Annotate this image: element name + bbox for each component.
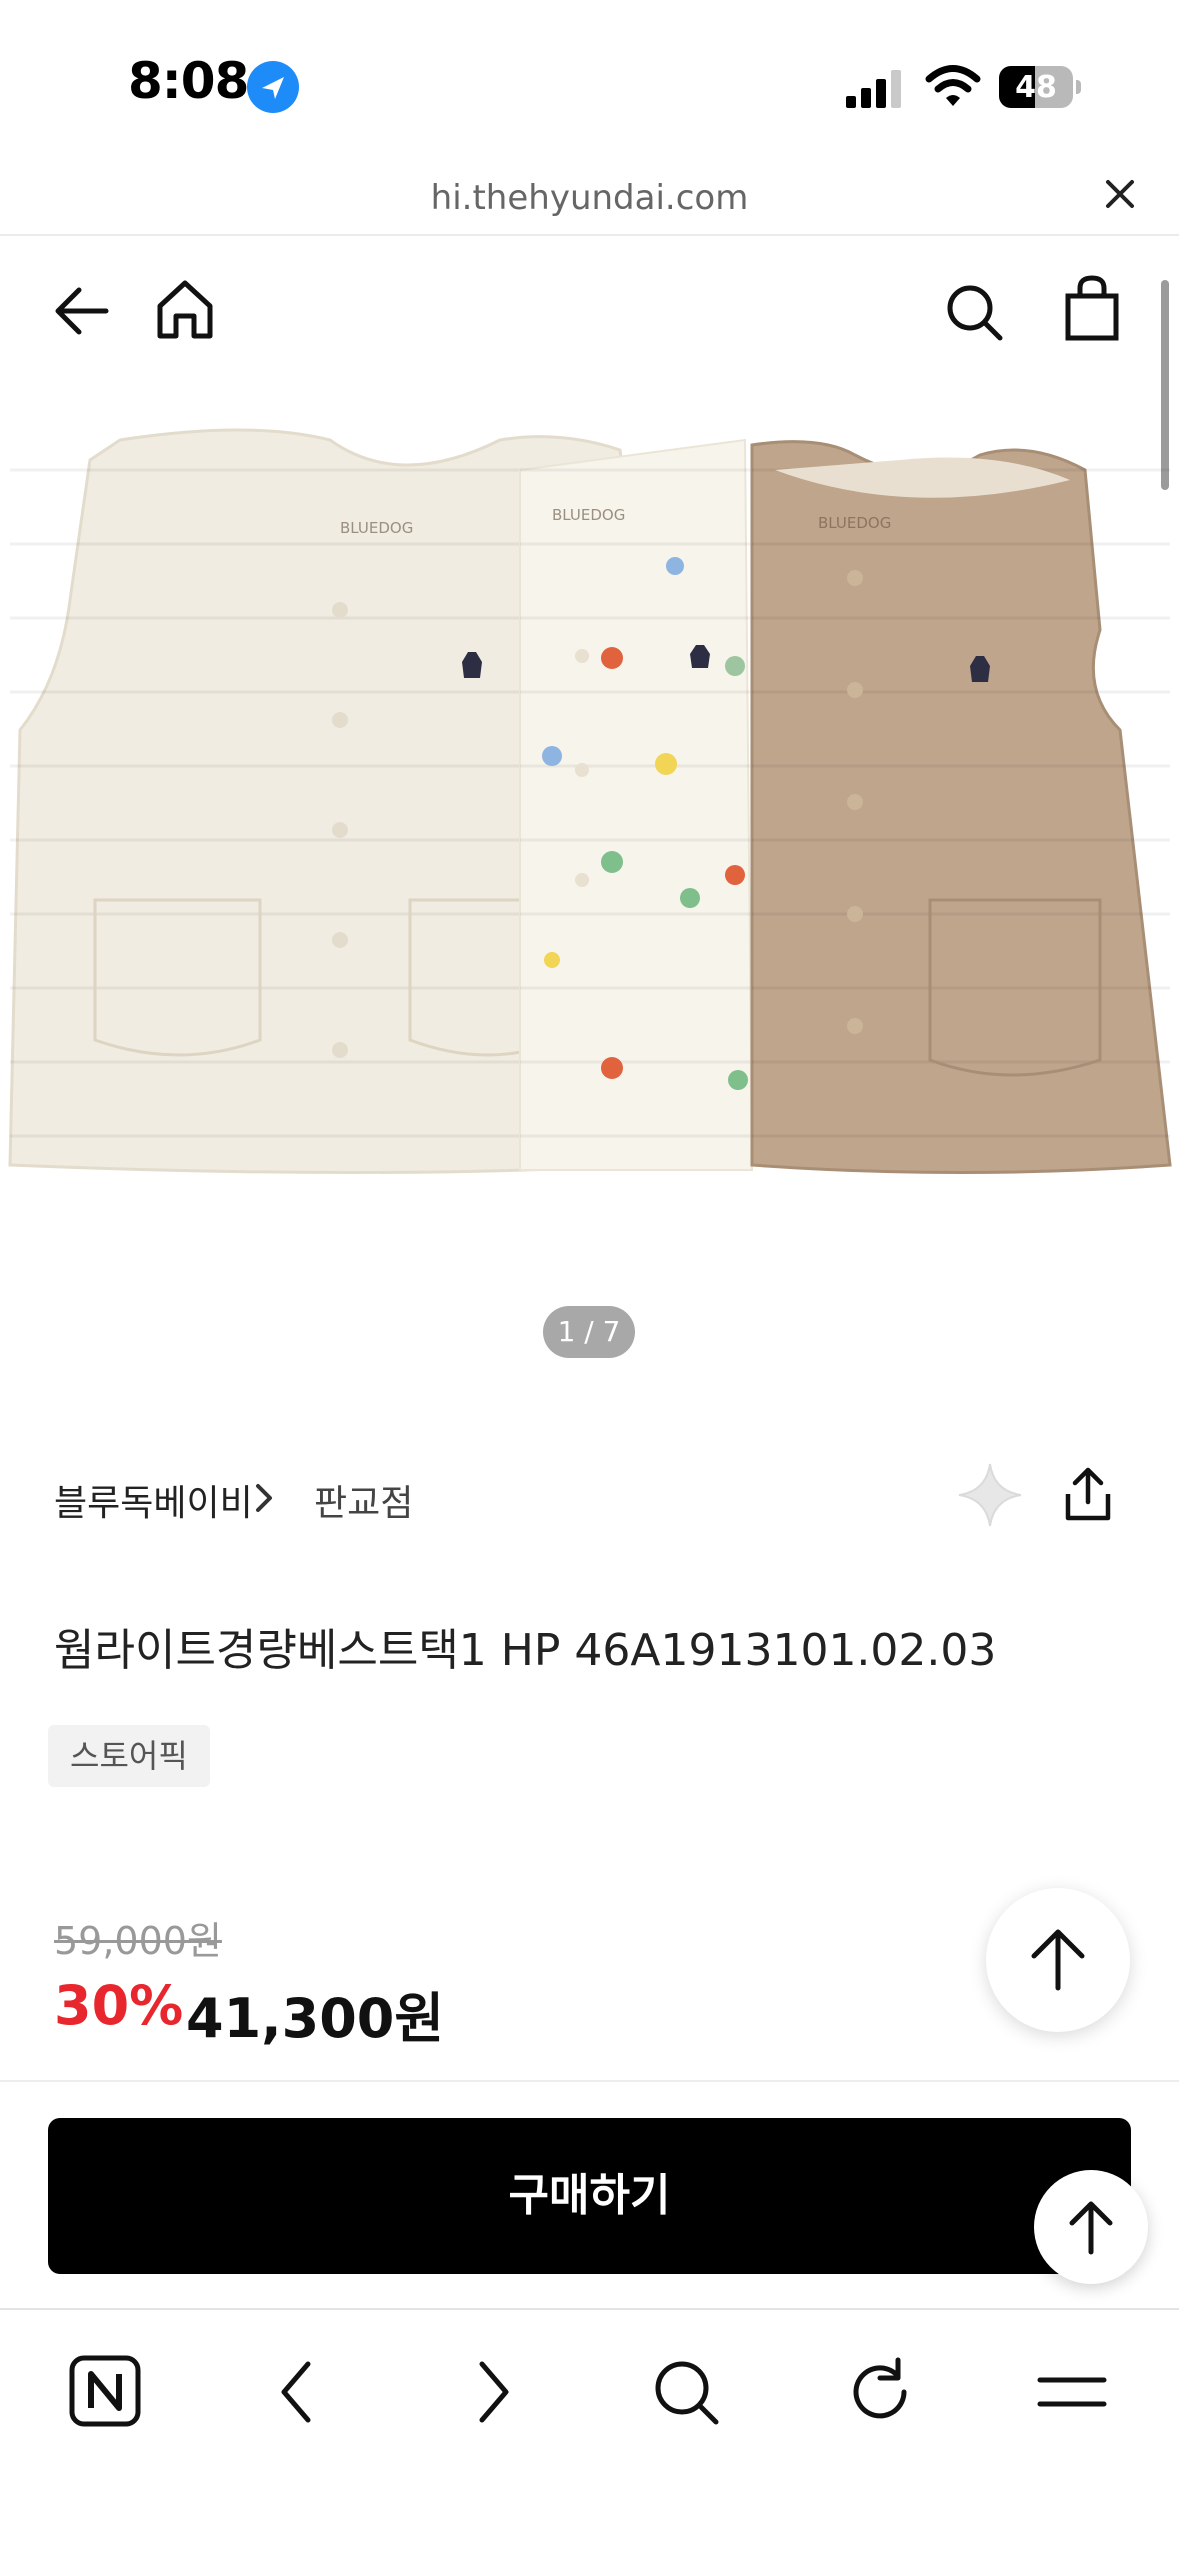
discount-rate: 30% [54,1974,184,2037]
arrow-up-icon [1069,2201,1113,2255]
vest-logo-text-2: BLUEDOG [552,506,625,524]
menu-icon[interactable] [1032,2352,1112,2432]
brand-link[interactable]: 블루독베이비 [54,1474,253,1526]
battery-icon: 48 [999,66,1081,108]
battery-level-text: 48 [1015,70,1057,105]
sale-price: 41,300원 [186,1987,445,2050]
back-chevron-icon[interactable] [258,2352,338,2432]
share-icon[interactable] [1062,1466,1114,1522]
search-icon[interactable] [940,278,1010,348]
location-arrow-icon [247,61,299,113]
divider [0,2080,1179,2082]
naver-n-icon[interactable] [66,2352,146,2432]
sparkle-icon[interactable] [955,1460,1025,1530]
vest-beige: BLUEDOG [750,440,1172,1174]
scroll-to-top-floating-button[interactable] [1034,2170,1148,2284]
site-header [0,238,1179,388]
vest-logo-text-3: BLUEDOG [818,514,891,532]
cellular-signal-icon [846,68,904,108]
original-price: 59,000원 [54,1919,222,1963]
browser-toolbar [0,2308,1179,2556]
back-arrow-icon[interactable] [46,276,116,346]
scroll-to-top-button[interactable] [986,1888,1130,2032]
browser-url-bar[interactable]: hi.thehyundai.com [0,150,1179,236]
vest-logo-text: BLUEDOG [340,519,413,537]
product-title: 웜라이트경량베스트택1 HP 46A1913101.02.03 [54,1625,997,1676]
search-icon[interactable] [646,2352,726,2432]
refresh-icon[interactable] [840,2352,920,2432]
image-counter: 1 / 7 [543,1306,635,1358]
shopping-bag-icon[interactable] [1060,274,1130,344]
store-pick-badge: 스토어픽 [48,1725,210,1787]
home-icon[interactable] [150,274,220,344]
brand-row: 블루독베이비 판교점 [0,1450,1179,1540]
close-icon[interactable] [1100,174,1140,214]
arrow-up-icon [1031,1929,1085,1991]
battery-body: 48 [999,66,1073,108]
store-name: 판교점 [314,1483,414,1524]
url-text[interactable]: hi.thehyundai.com [0,178,1179,218]
battery-tip [1076,80,1081,94]
forward-chevron-icon[interactable] [452,2352,532,2432]
vest-pattern: BLUEDOG [519,438,754,1171]
status-time: 8:08 [128,52,249,110]
chevron-right-icon[interactable] [252,1480,276,1516]
product-image[interactable]: BLUEDOG BLUEDOG BLUEDOG [0,400,1179,1220]
status-bar: 8:08 48 [0,0,1179,150]
buy-button[interactable]: 구매하기 [48,2118,1131,2274]
wifi-icon [925,64,981,108]
